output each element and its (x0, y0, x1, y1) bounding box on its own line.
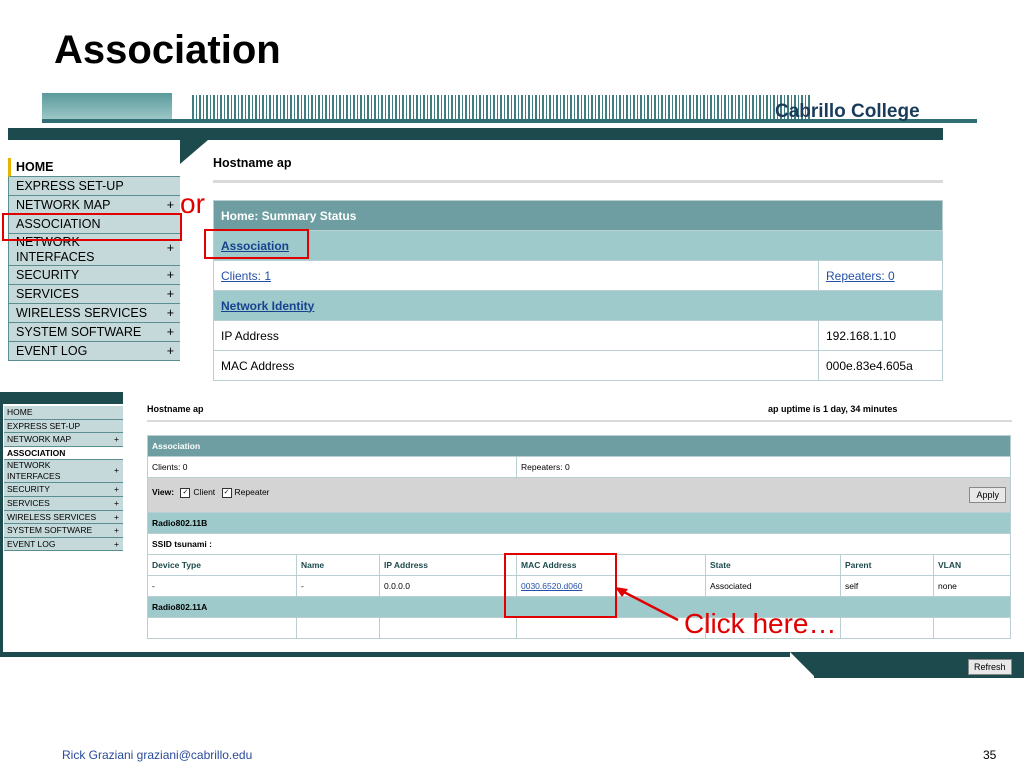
page-number: 35 (983, 748, 997, 762)
association-header: Association (147, 435, 1011, 457)
col-state: State (705, 554, 841, 576)
annotation-or: or (180, 188, 205, 219)
bottom-band (0, 652, 1024, 678)
ip-address-value: 192.168.1.10 (818, 320, 943, 351)
sidebar-item-system-software[interactable]: SYSTEM SOFTWARE + (8, 323, 180, 342)
sidebar-item-express-setup[interactable]: EXPRESS SET-UP (8, 177, 180, 196)
col-vlan: VLAN (933, 554, 1011, 576)
annotation-box-sidebar-association (2, 213, 182, 241)
refresh-button[interactable]: Refresh (968, 659, 1012, 675)
col-name: Name (296, 554, 380, 576)
repeaters-count: Repeaters: 0 (516, 456, 1011, 478)
annotation-click-here: Click here… (684, 608, 837, 639)
summary-status-header: Home: Summary Status (213, 200, 943, 231)
sidebar-item-services[interactable]: SERVICES + (8, 285, 180, 304)
sidebar-item-wireless-services[interactable]: WIRELESS SERVICES + (8, 304, 180, 323)
radio-80211b-header: Radio802.11B (147, 512, 1011, 534)
sidebar-item-home[interactable]: HOME (4, 406, 123, 420)
network-identity-link[interactable]: Network Identity (221, 299, 314, 313)
apply-button[interactable]: Apply (969, 487, 1006, 503)
repeater-checkbox[interactable]: ✓ (221, 487, 232, 498)
col-device-type: Device Type (147, 554, 297, 576)
sidebar-item-wireless-services[interactable]: WIRELESS SERVICES + (4, 510, 123, 525)
hostname-label: Hostname ap (147, 404, 204, 414)
repeater-checkbox-label: Repeater (234, 487, 270, 497)
brand-logo-text: Cabrillo College (775, 101, 920, 122)
sidebar-item-network-map[interactable]: NETWORK MAP + (4, 433, 123, 447)
summary-status-table: Home: Summary Status Association Clients… (213, 200, 943, 381)
annotation-arrow-icon (615, 587, 679, 622)
client-checkbox[interactable]: ✓ (180, 487, 191, 498)
sidebar-item-services[interactable]: SERVICES + (4, 496, 123, 511)
sidebar-item-system-software[interactable]: SYSTEM SOFTWARE + (4, 524, 123, 538)
sidebar-item-security[interactable]: SECURITY + (8, 266, 180, 285)
sidebar-item-express-setup[interactable]: EXPRESS SET-UP (4, 419, 123, 434)
slide-title: Association (54, 28, 281, 72)
col-parent: Parent (840, 554, 934, 576)
divider (147, 420, 1012, 422)
sidebar-item-network-interfaces[interactable]: NETWORK INTERFACES + (4, 460, 123, 484)
sidebar-item-event-log[interactable]: EVENT LOG + (8, 342, 180, 361)
sidebar-item-home[interactable]: HOME (8, 158, 180, 177)
annotation-box-mac-address (504, 553, 617, 618)
view-label: View: (152, 487, 175, 497)
col-ip-address: IP Address (379, 554, 517, 576)
sidebar-item-security[interactable]: SECURITY + (4, 483, 123, 497)
client-checkbox-label: Client (193, 487, 216, 497)
top-screenshot: HOME EXPRESS SET-UP NETWORK MAP + ASSOCIA… (8, 128, 943, 384)
footer-author: Rick Graziani graziani@cabrillo.edu (62, 748, 253, 762)
banner-stripes (192, 95, 812, 119)
repeaters-link[interactable]: Repeaters: 0 (826, 269, 895, 283)
hostname-label: Hostname ap (213, 156, 292, 170)
uptime-label: ap uptime is 1 day, 34 minutes (768, 404, 898, 414)
bottom-sidebar-menu: HOME EXPRESS SET-UP NETWORK MAP + ASSOCIA… (4, 406, 123, 552)
ip-address-label: IP Address (213, 320, 819, 351)
sidebar-item-association[interactable]: ASSOCIATION (4, 446, 123, 461)
mac-address-label: MAC Address (213, 350, 819, 381)
clients-count: Clients: 0 (147, 456, 517, 478)
divider (213, 180, 943, 183)
top-sidebar-menu: HOME EXPRESS SET-UP NETWORK MAP + ASSOCIA… (8, 158, 180, 361)
annotation-box-association-link (204, 229, 309, 259)
sidebar-item-event-log[interactable]: EVENT LOG + (4, 537, 123, 552)
mac-address-value: 000e.83e4.605a (818, 350, 943, 381)
header-banner: Cabrillo College (42, 93, 977, 123)
ssid-label: SSID tsunami : (147, 533, 1011, 555)
banner-gradient (42, 93, 172, 119)
clients-link[interactable]: Clients: 1 (221, 269, 271, 283)
